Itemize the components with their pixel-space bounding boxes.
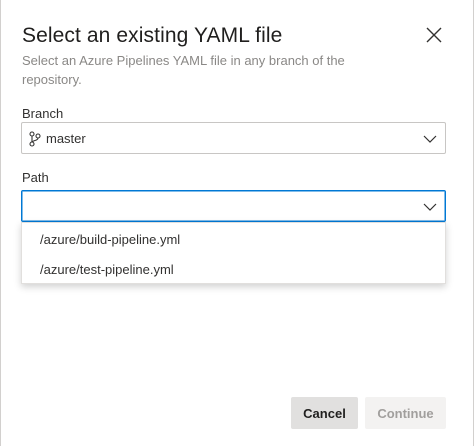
branch-value: master (46, 131, 86, 146)
chevron-down-icon (423, 203, 437, 211)
dialog-subtitle: Select an Azure Pipelines YAML file in a… (22, 53, 345, 87)
dialog-title: Select an existing YAML file (22, 24, 283, 47)
path-option[interactable]: /azure/build-pipeline.yml (22, 225, 445, 255)
select-yaml-dialog: Select an existing YAML file Select an A… (0, 0, 474, 446)
path-option[interactable]: /azure/test-pipeline.yml (22, 255, 445, 285)
path-dropdown[interactable] (21, 190, 446, 222)
branch-label: Branch (22, 106, 64, 121)
chevron-down-icon (423, 135, 437, 143)
continue-button[interactable]: Continue (365, 397, 446, 429)
git-branch-icon (29, 131, 41, 147)
path-label: Path (22, 170, 49, 185)
branch-dropdown[interactable]: master (21, 122, 446, 154)
path-options-list: /azure/build-pipeline.yml /azure/test-pi… (21, 222, 446, 284)
cancel-button[interactable]: Cancel (291, 397, 358, 429)
close-icon[interactable] (421, 22, 447, 48)
